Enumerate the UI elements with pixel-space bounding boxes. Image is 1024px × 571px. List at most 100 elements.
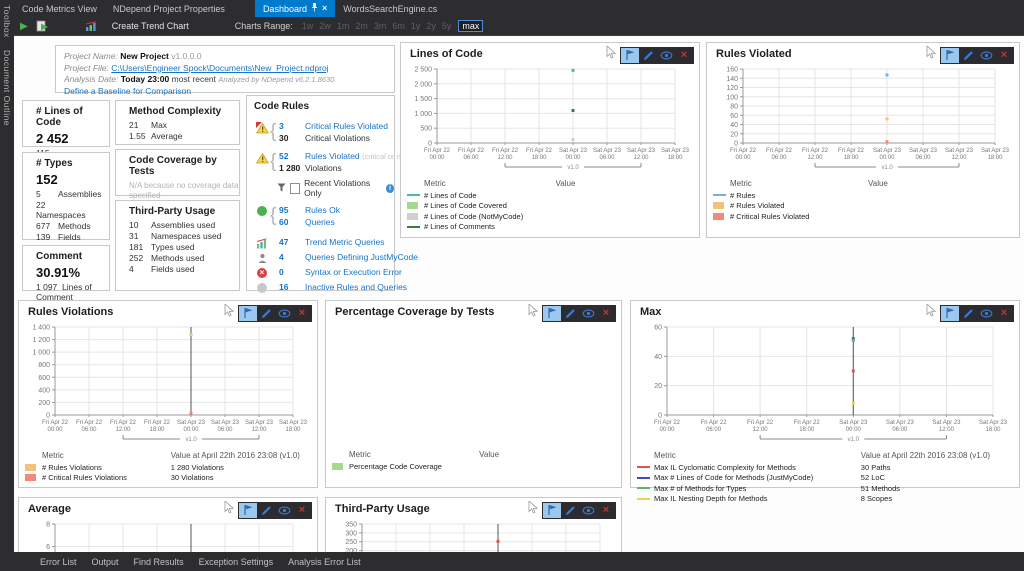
edit-icon[interactable] — [639, 48, 657, 63]
hide-icon[interactable] — [657, 48, 675, 63]
svg-text:Sat Apr 23: Sat Apr 23 — [981, 148, 1010, 154]
bottom-tab-find-results[interactable]: Find Results — [134, 557, 184, 567]
info-icon[interactable]: i — [385, 183, 394, 193]
hide-icon[interactable] — [579, 306, 597, 321]
recent-violations-checkbox[interactable] — [290, 182, 301, 194]
svg-text:06:00: 06:00 — [771, 155, 787, 161]
edit-icon[interactable] — [561, 306, 579, 321]
cursor-icon — [926, 45, 937, 64]
trend-queries-count[interactable]: 47 — [279, 237, 305, 249]
flag-icon[interactable] — [941, 47, 959, 63]
hide-icon[interactable] — [977, 48, 995, 63]
remove-icon[interactable]: × — [995, 48, 1013, 63]
remove-icon[interactable]: × — [995, 306, 1013, 321]
bottom-tab-analysis-error-list[interactable]: Analysis Error List — [288, 557, 361, 567]
flag-icon[interactable] — [621, 47, 639, 63]
inactive-rules-count[interactable]: 16 — [279, 282, 305, 294]
justmycode-link[interactable]: Queries Defining JustMyCode — [305, 252, 418, 262]
syntax-error-link[interactable]: Syntax or Execution Error — [305, 267, 402, 277]
series-name: # Lines of Code Covered — [424, 201, 507, 211]
svg-text:12:00: 12:00 — [807, 155, 823, 161]
edit-icon[interactable] — [257, 503, 275, 518]
green-status-icon — [254, 205, 270, 216]
flag-icon[interactable] — [239, 502, 257, 518]
flag-icon[interactable] — [239, 305, 257, 321]
svg-text:350: 350 — [345, 522, 357, 529]
hide-icon[interactable] — [579, 503, 597, 518]
svg-text:06:00: 06:00 — [892, 427, 908, 433]
flag-icon[interactable] — [543, 305, 561, 321]
legend-metric-header: Metric — [730, 179, 752, 188]
svg-text:06:00: 06:00 — [599, 155, 615, 161]
rules-violated-count[interactable]: 52 — [279, 151, 305, 163]
create-trend-chart-button[interactable]: Create Trend Chart — [112, 21, 189, 31]
metric-label: Max — [151, 120, 168, 130]
remove-icon[interactable]: × — [675, 48, 693, 63]
flag-icon[interactable] — [543, 502, 561, 518]
queries-link[interactable]: Queries — [305, 217, 335, 227]
hide-icon[interactable] — [275, 503, 293, 518]
inactive-rules-link[interactable]: Inactive Rules and Queries — [305, 282, 407, 292]
chart-legend: Metric Value # Lines of Code # Lines of Cod… — [407, 177, 693, 232]
hide-icon[interactable] — [275, 306, 293, 321]
rules-ok-count[interactable]: 95 — [279, 205, 305, 217]
metric-value: 181 — [129, 242, 144, 252]
tab-dashboard[interactable]: Dashboard × — [254, 0, 336, 17]
trend-queries-link[interactable]: Trend Metric Queries — [305, 237, 385, 247]
pin-icon[interactable] — [311, 3, 318, 14]
metric-label: Types used — [151, 242, 195, 252]
metric-value: 1 097 — [36, 282, 58, 292]
create-trend-chart-icon[interactable] — [85, 20, 98, 32]
sidebar-tab-toolbox[interactable]: Toolbox — [2, 5, 12, 38]
legend-value-header: Value — [479, 450, 500, 459]
range-option-max[interactable]: max — [458, 20, 484, 32]
svg-text:12:00: 12:00 — [633, 155, 649, 161]
rules-violated-link[interactable]: Rules Violated — [305, 151, 360, 161]
remove-icon[interactable]: × — [293, 306, 311, 321]
syntax-error-count[interactable]: 0 — [279, 267, 305, 279]
metric-value: 677 — [36, 221, 51, 231]
svg-text:1 000: 1 000 — [32, 350, 50, 357]
tab-ndepend-project-properties[interactable]: NDepend Project Properties — [105, 0, 233, 17]
critical-rules-link[interactable]: Critical Rules Violated — [305, 121, 388, 131]
svg-text:v1.0: v1.0 — [185, 437, 197, 443]
series-name: # Critical Rules Violated — [730, 211, 810, 221]
document-tab-bar: Code Metrics View NDepend Project Proper… — [14, 0, 1024, 17]
define-baseline-link[interactable]: Define a Baseline for Comparison — [64, 86, 191, 96]
analyze-files-icon[interactable] — [36, 20, 49, 32]
bottom-tab-error-list[interactable]: Error List — [40, 557, 77, 567]
bottom-tab-exception-settings[interactable]: Exception Settings — [199, 557, 274, 567]
justmycode-count[interactable]: 4 — [279, 252, 305, 264]
rules-ok-link[interactable]: Rules Ok — [305, 205, 340, 215]
bottom-tab-output[interactable]: Output — [92, 557, 119, 567]
close-icon[interactable]: × — [322, 4, 327, 13]
svg-text:250: 250 — [345, 539, 357, 546]
hide-icon[interactable] — [977, 306, 995, 321]
edit-icon[interactable] — [257, 306, 275, 321]
svg-text:00:00: 00:00 — [47, 427, 63, 433]
trend-queries-row: 47 Trend Metric Queries — [254, 237, 394, 249]
remove-icon[interactable]: × — [293, 503, 311, 518]
remove-icon[interactable]: × — [597, 503, 615, 518]
run-analysis-icon[interactable]: ▶ — [20, 21, 28, 32]
critical-warning-icon — [254, 121, 270, 134]
svg-text:Fri Apr 22: Fri Apr 22 — [654, 420, 681, 426]
svg-text:600: 600 — [38, 375, 50, 382]
tab-code-metrics-view[interactable]: Code Metrics View — [14, 0, 105, 17]
range-option-5y: 5y — [441, 21, 452, 31]
metric-title: # Types — [36, 158, 73, 169]
remove-icon[interactable]: × — [597, 306, 615, 321]
svg-text:40: 40 — [654, 354, 662, 361]
critical-rules-count[interactable]: 3 — [279, 121, 305, 133]
edit-icon[interactable] — [959, 306, 977, 321]
edit-icon[interactable] — [959, 48, 977, 63]
sidebar-tab-document-outline[interactable]: Document Outline — [2, 50, 12, 126]
project-file-link[interactable]: C:\Users\Engineer Spock\Documents\New_Pr… — [111, 63, 328, 73]
flag-icon[interactable] — [941, 305, 959, 321]
project-name-line: Project Name: New Project v1.0.0.0 — [64, 51, 386, 63]
tab-wordssearchengine[interactable]: WordsSearchEngine.cs — [335, 0, 445, 17]
series-swatch — [407, 202, 424, 210]
queries-count[interactable]: 60 — [279, 217, 305, 229]
chart-toolbar: × — [926, 45, 1014, 64]
edit-icon[interactable] — [561, 503, 579, 518]
